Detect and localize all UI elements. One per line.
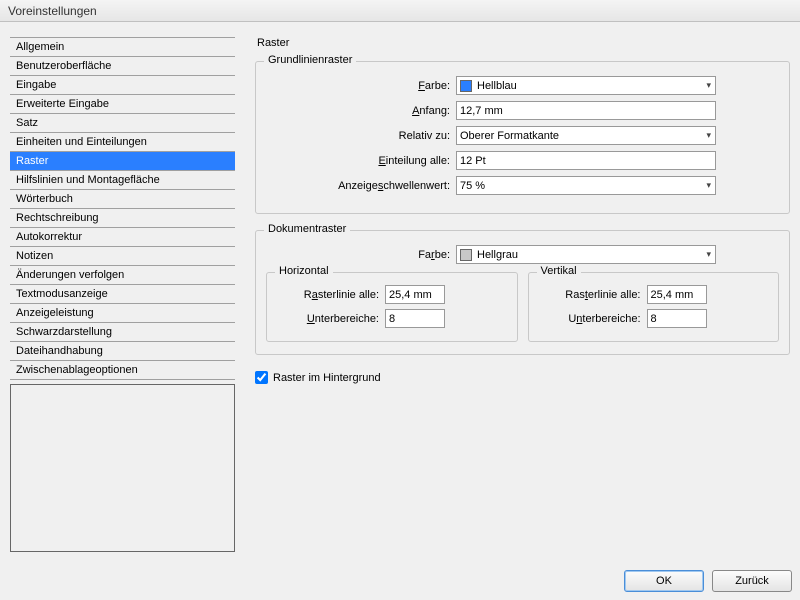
baseline-color-value: Hellblau	[477, 80, 517, 92]
sidebar-item[interactable]: Einheiten und Einteilungen	[10, 133, 235, 152]
baseline-threshold-label: Anzeigeschwellenwert:	[266, 180, 456, 192]
h-subdiv-label: Unterbereiche:	[275, 313, 385, 325]
sidebar-item[interactable]: Dateihandhabung	[10, 342, 235, 361]
sidebar-item[interactable]: Rechtschreibung	[10, 209, 235, 228]
sidebar-item[interactable]: Raster	[10, 152, 235, 171]
baseline-color-label: Farbe:	[266, 80, 456, 92]
baseline-increment-input[interactable]	[456, 151, 716, 170]
sidebar-item[interactable]: Eingabe	[10, 76, 235, 95]
baseline-threshold-select[interactable]: 75 % ▾	[456, 176, 716, 195]
dialog-button-bar: OK Zurück	[624, 570, 792, 592]
ok-button[interactable]: OK	[624, 570, 704, 592]
grid-in-back-row: Raster im Hintergrund	[255, 371, 790, 384]
sidebar-item[interactable]: Anzeigeleistung	[10, 304, 235, 323]
document-grid-group: Dokumentraster Farbe: Hellgrau ▾ Horizon…	[255, 230, 790, 355]
grid-in-back-checkbox[interactable]	[255, 371, 268, 384]
sidebar-item[interactable]: Zwischenablageoptionen	[10, 361, 235, 380]
baseline-relative-value: Oberer Formatkante	[460, 130, 559, 142]
baseline-increment-label: Einteilung alle:	[266, 155, 456, 167]
baseline-start-label: Anfang:	[266, 105, 456, 117]
window-titlebar: Voreinstellungen	[0, 0, 800, 22]
sidebar-item[interactable]: Allgemein	[10, 38, 235, 57]
horizontal-title: Horizontal	[275, 265, 333, 277]
chevron-down-icon: ▾	[706, 80, 711, 91]
v-subdiv-label: Unterbereiche:	[537, 313, 647, 325]
horizontal-subgroup: Horizontal Rasterlinie alle: Unterbereic…	[266, 272, 518, 342]
baseline-start-input[interactable]	[456, 101, 716, 120]
category-list: AllgemeinBenutzeroberflächeEingabeErweit…	[10, 37, 235, 380]
color-swatch-icon	[460, 249, 472, 261]
main-panel: Raster Grundlinienraster Farbe: Hellblau…	[255, 37, 790, 552]
docgrid-color-value: Hellgrau	[477, 249, 518, 261]
chevron-down-icon: ▾	[706, 249, 711, 260]
sidebar-item[interactable]: Benutzeroberfläche	[10, 57, 235, 76]
baseline-color-select[interactable]: Hellblau ▾	[456, 76, 716, 95]
baseline-relative-label: Relativ zu:	[266, 130, 456, 142]
sidebar-item[interactable]: Erweiterte Eingabe	[10, 95, 235, 114]
window-title: Voreinstellungen	[8, 4, 97, 18]
baseline-relative-select[interactable]: Oberer Formatkante ▾	[456, 126, 716, 145]
category-sidebar: AllgemeinBenutzeroberflächeEingabeErweit…	[10, 37, 235, 552]
sidebar-item[interactable]: Textmodusanzeige	[10, 285, 235, 304]
sidebar-item[interactable]: Wörterbuch	[10, 190, 235, 209]
h-subdiv-input[interactable]	[385, 309, 445, 328]
baseline-threshold-value: 75 %	[460, 180, 485, 192]
docgrid-color-label: Farbe:	[266, 249, 456, 261]
docgrid-group-title: Dokumentraster	[264, 223, 350, 235]
v-gridline-label: Rasterlinie alle:	[537, 289, 647, 301]
vertical-title: Vertikal	[537, 265, 581, 277]
grid-in-back-label: Raster im Hintergrund	[273, 372, 381, 384]
docgrid-color-select[interactable]: Hellgrau ▾	[456, 245, 716, 264]
baseline-group-title: Grundlinienraster	[264, 54, 356, 66]
h-gridline-input[interactable]	[385, 285, 445, 304]
sidebar-preview-box	[10, 384, 235, 552]
chevron-down-icon: ▾	[706, 130, 711, 141]
v-gridline-input[interactable]	[647, 285, 707, 304]
sidebar-item[interactable]: Änderungen verfolgen	[10, 266, 235, 285]
chevron-down-icon: ▾	[706, 180, 711, 191]
sidebar-item[interactable]: Satz	[10, 114, 235, 133]
page-title: Raster	[255, 37, 790, 49]
h-gridline-label: Rasterlinie alle:	[275, 289, 385, 301]
vertical-subgroup: Vertikal Rasterlinie alle: Unterbereiche…	[528, 272, 780, 342]
v-subdiv-input[interactable]	[647, 309, 707, 328]
color-swatch-icon	[460, 80, 472, 92]
sidebar-item[interactable]: Schwarzdarstellung	[10, 323, 235, 342]
back-button[interactable]: Zurück	[712, 570, 792, 592]
baseline-grid-group: Grundlinienraster Farbe: Hellblau ▾ Anfa…	[255, 61, 790, 214]
sidebar-item[interactable]: Autokorrektur	[10, 228, 235, 247]
sidebar-item[interactable]: Notizen	[10, 247, 235, 266]
content-area: AllgemeinBenutzeroberflächeEingabeErweit…	[0, 22, 800, 562]
sidebar-item[interactable]: Hilfslinien und Montagefläche	[10, 171, 235, 190]
